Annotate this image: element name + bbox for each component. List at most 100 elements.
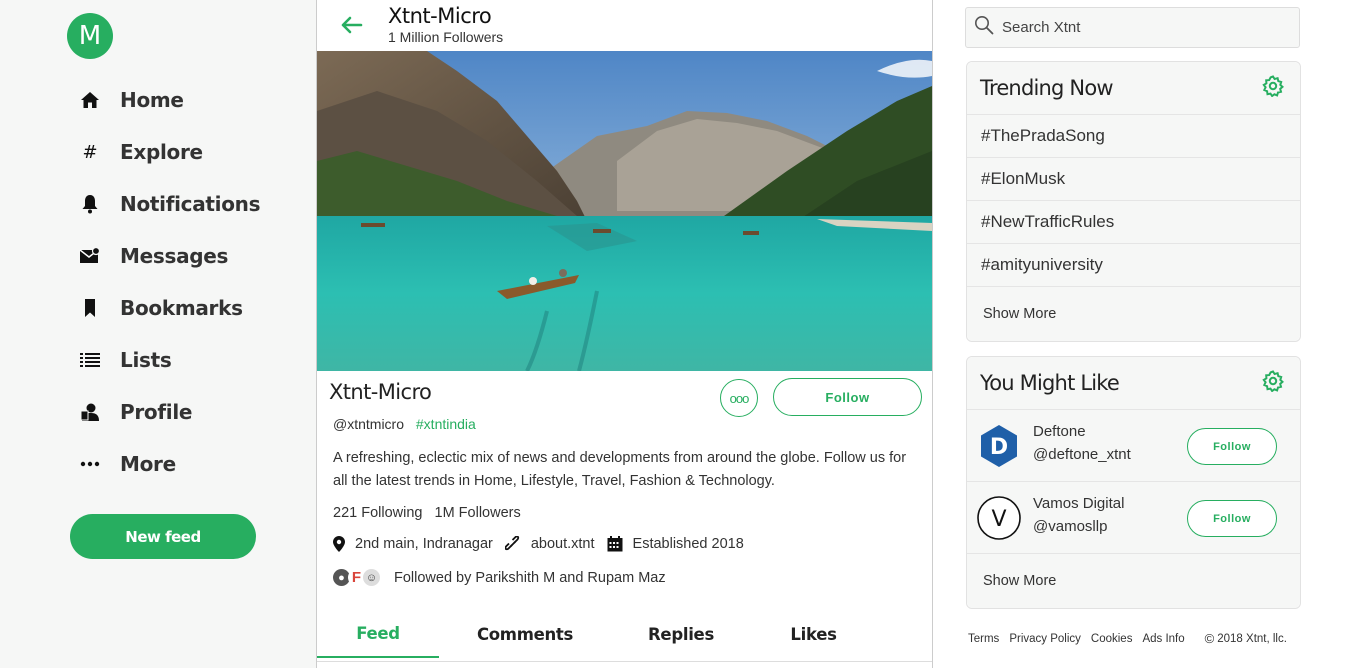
more-options-button[interactable]: ooo [720,379,758,417]
suggestions-title: You Might Like [980,371,1120,395]
left-sidebar: M Home # Explore Notifications Messages [0,0,317,668]
nav-item-home[interactable]: Home [78,74,260,126]
nav-item-more[interactable]: More [78,438,260,490]
follower-count-subtitle: 1 Million Followers [388,29,504,45]
envelope-icon [78,244,102,268]
trending-title: Trending Now [980,76,1114,100]
gear-icon[interactable] [1262,74,1284,102]
footer-link-terms[interactable]: Terms [968,633,999,645]
copyright: © 2018 Xtnt, llc. [1205,631,1287,646]
nav-item-notifications[interactable]: Notifications [78,178,261,230]
bell-icon [78,192,102,216]
gear-icon[interactable] [1262,369,1284,397]
website-item: about.xtnt [504,536,595,552]
trending-item[interactable]: #ElonMusk [967,158,1300,201]
tab-label: Feed [356,623,400,643]
search-input[interactable] [1002,19,1282,36]
nav-label: Profile [120,400,193,424]
following-count[interactable]: 221 Following [333,505,422,521]
profile-hashtag-link[interactable]: #xtntindia [416,416,476,432]
trending-item[interactable]: #amityuniversity [967,244,1300,287]
bookmark-icon [78,296,102,320]
tab-replies[interactable]: Replies [611,610,751,658]
profile-header: Xtnt-Micro 1 Million Followers [317,0,932,51]
nav-item-explore[interactable]: # Explore [78,126,260,178]
cover-image [317,51,932,371]
nav-label: Lists [120,348,172,372]
search-icon [974,15,994,40]
nav-item-lists[interactable]: Lists [78,334,260,386]
profile-column: Xtnt-Micro 1 Million Followers Xtnt-Micr… [316,0,933,668]
nav-label: Explore [120,140,203,164]
copyright-text: 2018 Xtnt, llc. [1217,632,1287,645]
established-text: Established 2018 [632,536,744,552]
profile-name: Xtnt-Micro [329,380,432,404]
hash-icon: # [82,141,98,163]
footer-link-privacy[interactable]: Privacy Policy [1009,633,1081,645]
tab-label: Likes [790,624,837,644]
nav-item-bookmarks[interactable]: Bookmarks [78,282,260,334]
tab-label: Replies [648,624,714,644]
back-arrow-icon[interactable] [339,12,365,38]
main-nav: Home # Explore Notifications Messages Bo… [78,74,261,490]
trending-show-more-link[interactable]: Show More [967,287,1300,341]
location-pin-icon [333,536,345,552]
trending-item[interactable]: #NewTrafficRules [967,201,1300,244]
page-title: Xtnt-Micro [388,4,492,28]
follow-button[interactable]: Follow [773,378,922,416]
trending-card: Trending Now #ThePradaSong #ElonMusk #Ne… [966,61,1301,342]
tab-feed[interactable]: Feed [317,610,439,658]
followed-by-text: Followed by Parikshith M and Rupam Maz [394,569,666,586]
profile-bio: A refreshing, eclectic mix of news and d… [333,450,907,489]
tab-comments[interactable]: Comments [439,610,611,658]
profile-handle-row: @xtntmicro #xtntindia [333,416,476,432]
avatar-letter: V [991,507,1006,532]
followed-by-row: ● F ☺ Followed by Parikshith M and Rupam… [333,569,666,586]
profile-handle: @xtntmicro [333,416,404,432]
suggestion-name: Vamos Digital [1033,494,1125,512]
suggestions-card: You Might Like D Deftone @deftone_xtnt F… [966,356,1301,609]
follow-vamos-button[interactable]: Follow [1187,500,1277,537]
link-icon [504,536,519,551]
new-feed-button[interactable]: New feed [70,514,256,559]
nav-label: Notifications [120,192,261,216]
nav-label: Bookmarks [120,296,243,320]
nav-item-messages[interactable]: Messages [78,230,260,282]
trending-item[interactable]: #ThePradaSong [967,115,1300,158]
search-box [965,7,1300,48]
footer: Terms Privacy Policy Cookies Ads Info © … [968,631,1287,646]
established-item: Established 2018 [607,536,744,552]
list-icon [78,348,102,372]
website-link[interactable]: about.xtnt [531,536,595,552]
tab-likes[interactable]: Likes [751,610,876,658]
dots-icon [78,452,102,476]
footer-link-ads-info[interactable]: Ads Info [1142,633,1184,645]
home-icon [78,88,102,112]
avatar-letter: D [990,435,1008,460]
location-item: 2nd main, Indranagar [333,536,493,552]
tab-label: Comments [476,624,574,644]
followers-count[interactable]: 1M Followers [435,505,521,521]
suggestions-show-more-link[interactable]: Show More [967,554,1300,608]
deftone-avatar[interactable]: D [977,424,1021,468]
follow-deftone-button[interactable]: Follow [1187,428,1277,465]
suggestion-handle: @deftone_xtnt [1033,445,1131,463]
suggestion-name: Deftone [1033,422,1086,440]
trending-header: Trending Now [967,62,1300,115]
suggestion-item: V Vamos Digital @vamosllp Follow [967,482,1300,554]
suggestion-handle: @vamosllp [1033,517,1108,535]
calendar-icon [607,536,623,552]
vamos-avatar[interactable]: V [977,495,1021,540]
user-avatar[interactable]: M [67,13,113,59]
nav-label: Messages [120,244,229,268]
profile-tabs: Feed Comments Replies Likes [317,610,932,662]
suggestions-header: You Might Like [967,357,1300,410]
suggestion-item: D Deftone @deftone_xtnt Follow [967,410,1300,482]
profile-meta: 2nd main, Indranagar about.xtnt Establis… [333,536,756,552]
follower-avatar: ☺ [363,569,380,586]
nav-label: Home [120,88,184,112]
footer-link-cookies[interactable]: Cookies [1091,633,1133,645]
copyright-icon: © [1204,631,1215,646]
nav-label: More [120,452,176,476]
nav-item-profile[interactable]: Profile [78,386,260,438]
